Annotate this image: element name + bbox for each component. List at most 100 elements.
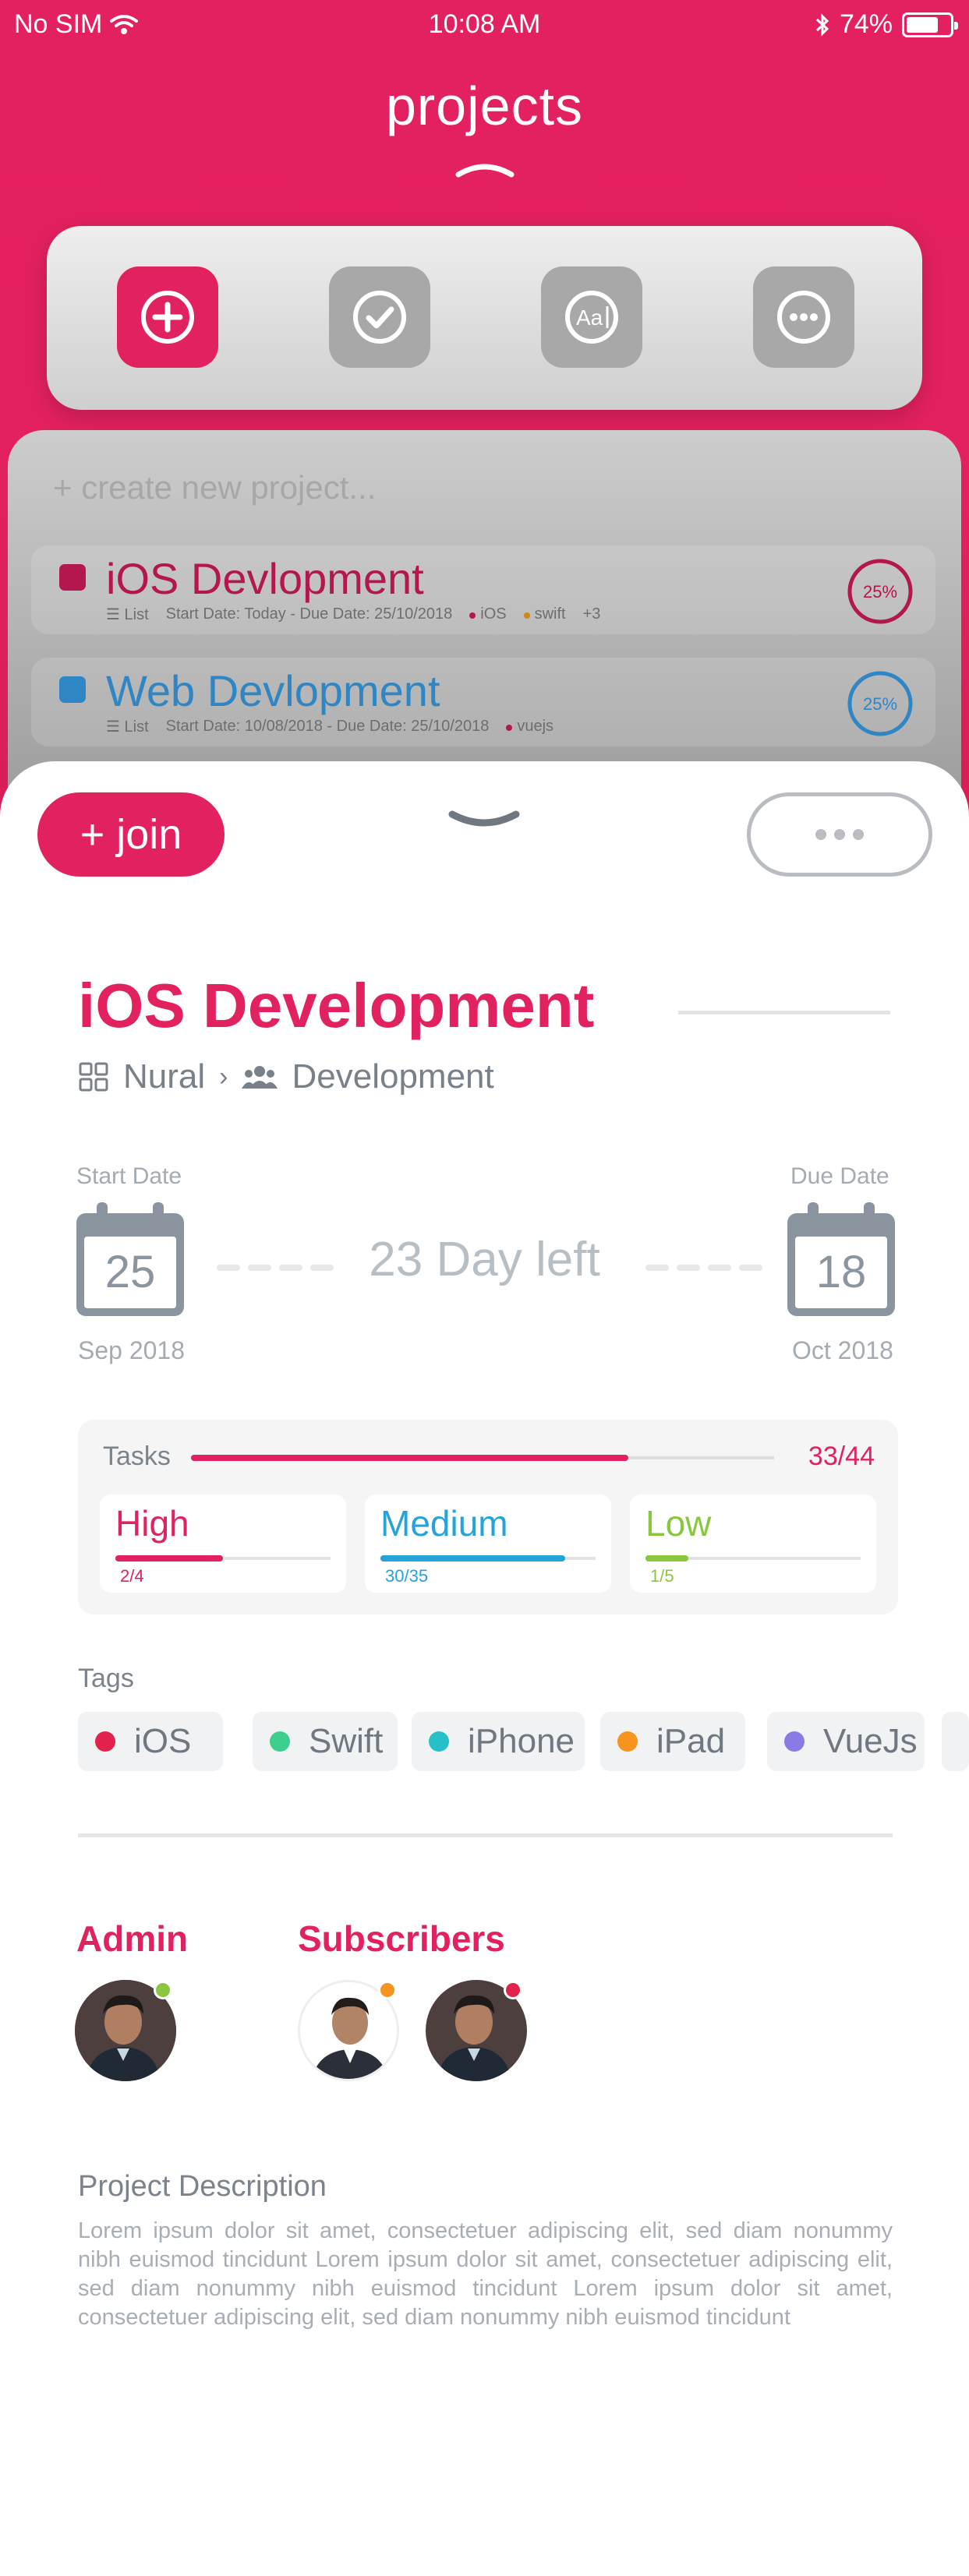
priority-label: High [115, 1503, 189, 1544]
battery-icon [902, 12, 958, 37]
priority-value: 1/5 [650, 1566, 674, 1586]
tasks-progress-bar [191, 1455, 774, 1461]
tag-dot-icon [617, 1731, 638, 1752]
progress-label: 25% [863, 582, 897, 602]
chevron-right-icon: › [219, 1061, 228, 1092]
tags-label: Tags [78, 1664, 134, 1693]
project-color-icon [59, 676, 86, 703]
tag-chip[interactable]: Swift [253, 1712, 398, 1771]
priority-fill [380, 1555, 566, 1561]
project-name: Web Devlopment [106, 666, 440, 715]
progress-ring: 25% [847, 559, 913, 624]
grid-icon [79, 1062, 108, 1092]
tasks-panel: Tasks 33/44 High 2/4 Medium 30/35 Low 1/… [78, 1420, 898, 1614]
text-icon: Aa [565, 291, 618, 344]
battery-percent: 74% [839, 9, 893, 39]
plus-icon [141, 291, 194, 344]
check-icon [353, 291, 406, 344]
view-label: List [124, 718, 149, 736]
project-meta: ☰ List Start Date: Today - Due Date: 25/… [106, 605, 600, 624]
title-divider [678, 1011, 890, 1015]
project-detail-card: + join iOS Development Nural › Developme… [0, 761, 969, 2576]
breadcrumb: Nural › Development [78, 1057, 494, 1096]
start-month: Sep 2018 [78, 1336, 186, 1364]
more-tags: +3 [582, 605, 601, 623]
description-title: Project Description [78, 2170, 327, 2203]
status-bar: No SIM 10:08 AM 74% [0, 0, 969, 48]
tag-dot-icon [95, 1731, 115, 1752]
list-icon: ☰ List [106, 718, 149, 736]
tag-dot-icon [270, 1731, 290, 1752]
due-date-label: Due Date [790, 1163, 889, 1189]
status-badge [504, 1981, 522, 1999]
priority-bar [115, 1555, 331, 1561]
priority-fill [645, 1555, 689, 1561]
battery-fill [907, 16, 938, 33]
chevron-down-icon[interactable] [447, 810, 521, 830]
view-label: List [124, 606, 149, 623]
dot-icon [815, 829, 826, 840]
add-project-button[interactable] [117, 266, 218, 368]
project-meta: ☰ List Start Date: 10/08/2018 - Due Date… [106, 717, 553, 736]
complete-button[interactable] [329, 266, 430, 368]
project-row[interactable]: Web Devlopment ☰ List Start Date: 10/08/… [31, 658, 935, 746]
svg-text:Aa: Aa [576, 305, 603, 330]
due-month: Oct 2018 [792, 1336, 893, 1364]
online-status-badge [154, 1981, 172, 1999]
tasks-label: Tasks [103, 1442, 171, 1471]
project-tag: vuejs [506, 718, 553, 736]
bluetooth-icon [815, 12, 829, 37]
priority-label: Medium [380, 1503, 508, 1544]
dot-icon [853, 829, 864, 840]
project-color-icon [59, 564, 86, 591]
tag-chip[interactable]: iPhone [412, 1712, 585, 1771]
priority-bar [645, 1555, 861, 1561]
project-dates: Start Date: 10/08/2018 - Due Date: 25/10… [165, 718, 490, 735]
tasks-progress-fill [191, 1455, 628, 1461]
collapse-handle-icon[interactable] [455, 161, 515, 178]
description-text: Lorem ipsum dolor sit amet, consectetuer… [78, 2218, 893, 2330]
team-icon [242, 1066, 278, 1089]
tasks-count: 33/44 [808, 1442, 875, 1471]
tag-chip[interactable]: iPad [600, 1712, 745, 1771]
tag-dot-icon [429, 1731, 449, 1752]
dot-icon [834, 829, 845, 840]
more-options-button[interactable] [747, 792, 932, 877]
page-title: projects [385, 76, 584, 136]
project-row[interactable]: iOS Devlopment ☰ List Start Date: Today … [31, 545, 935, 634]
project-name: iOS Devlopment [106, 554, 424, 603]
priority-card-low[interactable]: Low 1/5 [630, 1494, 876, 1593]
tag-chip[interactable]: VueJs [767, 1712, 925, 1771]
owner-link[interactable]: Nural [123, 1057, 205, 1096]
project-tag: iOS [469, 605, 507, 623]
status-badge [378, 1981, 397, 1999]
priority-label: Low [645, 1503, 712, 1544]
project-title: iOS Development [78, 971, 595, 1040]
text-format-button[interactable]: Aa [541, 266, 642, 368]
join-button[interactable]: + join [37, 792, 225, 877]
priority-card-medium[interactable]: Medium 30/35 [365, 1494, 611, 1593]
list-icon: ☰ List [106, 606, 149, 623]
priority-value: 2/4 [120, 1566, 144, 1586]
section-divider [78, 1833, 893, 1837]
priority-value: 30/35 [385, 1566, 429, 1586]
project-dates: Start Date: Today - Due Date: 25/10/2018 [165, 605, 453, 623]
tag-chip[interactable] [942, 1712, 969, 1771]
admin-label: Admin [76, 1918, 189, 1959]
progress-label: 25% [863, 694, 897, 714]
status-right: 74% [815, 9, 958, 40]
create-project-input[interactable]: + create new project... [53, 469, 376, 506]
tag-chip[interactable]: iOS [78, 1712, 223, 1771]
subscribers-label: Subscribers [298, 1918, 505, 1959]
tag-dot-icon [784, 1731, 805, 1752]
project-tag: swift [523, 605, 566, 623]
team-link[interactable]: Development [292, 1057, 493, 1096]
start-date-label: Start Date [76, 1163, 182, 1189]
screen: No SIM 10:08 AM 74% projects Aa + create… [0, 0, 969, 2576]
priority-card-high[interactable]: High 2/4 [100, 1494, 346, 1593]
days-left-label: 23 Day left [369, 1233, 600, 1286]
action-toolbar: Aa [47, 226, 922, 410]
priority-fill [115, 1555, 223, 1561]
more-options-button[interactable] [753, 266, 854, 368]
priority-bar [380, 1555, 596, 1561]
